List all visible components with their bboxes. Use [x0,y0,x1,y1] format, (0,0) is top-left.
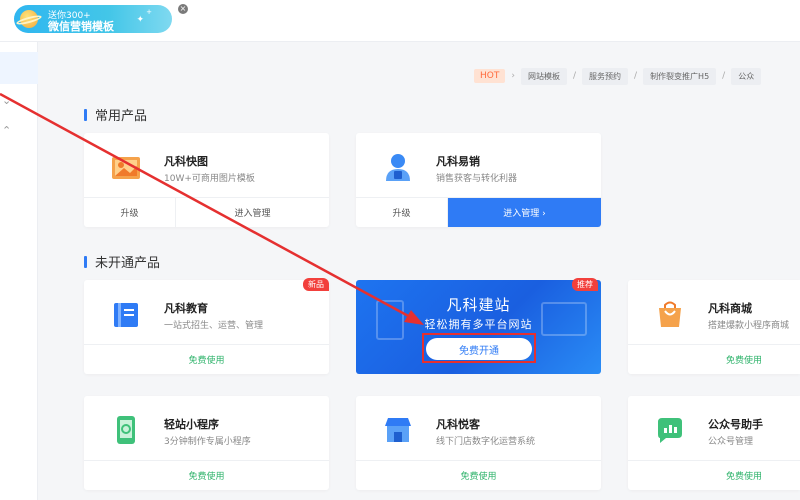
free-use-button[interactable]: 免费使用 [84,461,329,490]
breadcrumb-item[interactable]: 公众 [731,67,762,85]
sales-person-icon [386,154,410,181]
sidebar-item-active[interactable] [0,52,38,84]
hot-badge: HOT [474,69,506,83]
manage-button[interactable]: 进入管理 › [448,198,601,227]
mini-program-phone-icon [117,416,135,444]
product-desc: 线下门店数字化运营系统 [436,437,536,447]
top-bar: 送你300+ 微信营销模板 ✦ + × [0,0,800,42]
section-accent-bar [84,108,87,121]
card-footer: 升级 进入管理 [84,197,329,227]
chevron-icon[interactable]: ⌄ [2,94,11,107]
section-title-common: 常用产品 [84,105,147,124]
breadcrumb-separator: / [572,71,577,81]
product-card-yueke: 凡科悦客 线下门店数字化运营系统 免费使用 [356,396,601,490]
product-desc: 公众号管理 [708,437,754,447]
new-badge: 新品 [303,278,329,291]
annotation-highlight-box [422,333,536,363]
product-card-yixiao: 凡科易销 销售获客与转化利器 升级 进入管理 › [356,133,601,227]
banner-subtitle: 轻松拥有多平台网站 [424,318,533,331]
free-use-button[interactable]: 免费使用 [356,461,601,490]
shopping-bag-icon [659,301,681,327]
product-name: 凡科商城 [708,302,752,315]
store-icon [385,418,411,442]
image-icon [112,157,140,179]
manage-button[interactable]: 进入管理 [176,198,329,227]
recommend-badge: 推荐 [572,278,598,291]
free-use-button[interactable]: 免费使用 [628,345,800,374]
sparkle-icon: + [146,8,152,16]
chat-bubble-icon [658,418,682,443]
promo-line2: 微信营销模板 [48,20,114,33]
product-name: 凡科教育 [164,302,208,315]
sparkle-icon: ✦ [136,15,144,25]
card-footer: 升级 进入管理 › [356,197,601,227]
product-card-education: 新品 凡科教育 一站式招生、运营、管理 免费使用 [84,278,329,374]
breadcrumb-item[interactable]: 网站模板 [520,67,567,85]
product-desc: 搭建爆款小程序商城 [708,321,790,331]
product-desc: 3分钟制作专属小程序 [164,437,251,447]
breadcrumb-separator: › [511,71,515,81]
product-card-mall: 凡科商城 搭建爆款小程序商城 免费使用 [628,280,800,374]
product-card-kuaitu: 凡科快图 10W+可商用图片模板 升级 进入管理 [84,133,329,227]
free-use-button[interactable]: 免费使用 [84,345,329,374]
product-desc: 10W+可商用图片模板 [164,174,255,184]
product-desc: 销售获客与转化利器 [436,174,518,184]
section-title-text: 常用产品 [95,109,148,124]
card-footer: 免费使用 [628,344,800,374]
free-use-button[interactable]: 免费使用 [628,461,800,490]
section-title-text: 未开通产品 [95,256,161,271]
card-footer: 免费使用 [628,460,800,490]
breadcrumb: HOT › 网站模板 / 服务预约 / 制作裂变推广H5 / 公众 [474,67,762,85]
promo-banner[interactable]: 送你300+ 微信营销模板 ✦ + [14,5,172,33]
product-card-official-account: 公众号助手 公众号管理 免费使用 [628,396,800,490]
product-name: 公众号助手 [708,418,763,431]
card-footer: 免费使用 [84,460,329,490]
sidebar: ⌄ ⌃ [0,42,38,500]
product-name: 凡科悦客 [436,418,480,431]
upgrade-button[interactable]: 升级 [356,198,448,227]
chevron-up-icon[interactable]: ⌃ [2,124,11,137]
product-name: 凡科快图 [164,155,208,168]
product-card-mini-program: 轻站小程序 3分钟制作专属小程序 免费使用 [84,396,329,490]
product-name: 凡科易销 [436,155,480,168]
breadcrumb-item[interactable]: 服务预约 [582,67,629,85]
book-icon [114,303,138,327]
banner-title: 凡科建站 [446,296,511,314]
breadcrumb-item[interactable]: 制作裂变推广H5 [643,67,717,85]
card-footer: 免费使用 [356,460,601,490]
product-desc: 一站式招生、运营、管理 [164,321,264,331]
breadcrumb-separator: / [722,71,726,81]
promo-close-button[interactable]: × [178,4,188,14]
section-title-unopened: 未开通产品 [84,252,160,271]
upgrade-button[interactable]: 升级 [84,198,176,227]
product-name: 轻站小程序 [164,418,219,431]
card-footer: 免费使用 [84,344,329,374]
breadcrumb-separator: / [634,71,638,81]
section-accent-bar [84,255,87,268]
